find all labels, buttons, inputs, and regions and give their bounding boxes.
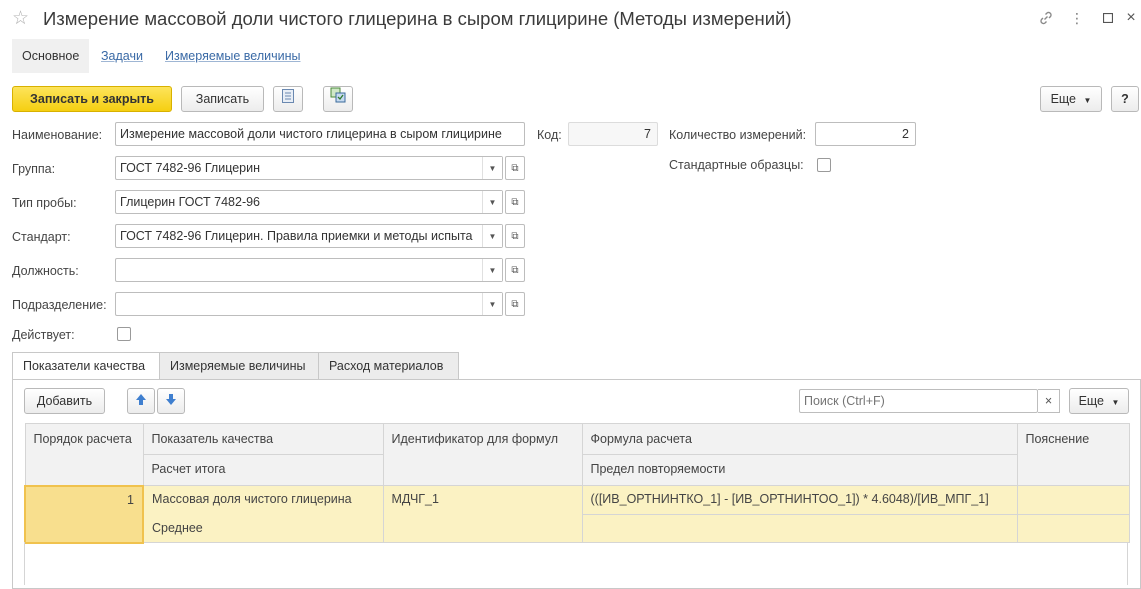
search-input[interactable] — [799, 389, 1038, 413]
group-open-icon[interactable]: ⧉ — [505, 156, 525, 180]
tab-quality-indicators[interactable]: Показатели качества — [12, 352, 160, 380]
document-list-icon — [282, 87, 294, 111]
department-label: Подразделение: — [12, 298, 107, 312]
documents-structure-icon — [330, 87, 346, 111]
standard-label: Стандарт: — [12, 230, 71, 244]
nav-tab-tasks[interactable]: Задачи — [91, 39, 153, 73]
nav-tab-main[interactable]: Основное — [12, 39, 90, 73]
tab-materials-consumption[interactable]: Расход материалов — [318, 352, 459, 380]
standard-dropdown-icon[interactable]: ▼ — [482, 225, 502, 247]
active-checkbox[interactable] — [117, 327, 131, 341]
group-dropdown-icon[interactable]: ▼ — [482, 157, 502, 179]
code-field: 7 — [568, 122, 658, 146]
arrow-up-icon — [135, 393, 147, 409]
search-clear-button[interactable]: × — [1038, 389, 1060, 413]
sample-type-dropdown-icon[interactable]: ▼ — [482, 191, 502, 213]
chevron-down-icon: ▼ — [1083, 96, 1092, 105]
group-value: ГОСТ 7482-96 Глицерин — [120, 161, 261, 175]
arrow-down-icon — [165, 393, 177, 409]
sample-type-field[interactable]: Глицерин ГОСТ 7482-96 — [115, 190, 503, 214]
department-dropdown-icon[interactable]: ▼ — [482, 293, 502, 315]
row-note-sub-cell[interactable] — [1016, 514, 1130, 543]
sample-type-label: Тип пробы: — [12, 196, 77, 210]
move-up-button[interactable] — [127, 388, 155, 414]
more-button[interactable]: Еще ▼ — [1040, 86, 1102, 112]
help-button[interactable]: ? — [1111, 86, 1139, 112]
save-button[interactable]: Записать — [181, 86, 264, 112]
header-formula[interactable]: Формула расчета — [581, 423, 1018, 455]
header-identifier[interactable]: Идентификатор для формул — [382, 423, 583, 486]
row-formula-cell[interactable]: (([ИВ_ОРТНИНТКО_1] - [ИВ_ОРТНИНТОО_1]) *… — [581, 485, 1018, 515]
position-field[interactable] — [115, 258, 503, 282]
position-label: Должность: — [12, 264, 79, 278]
std-samples-checkbox[interactable] — [817, 158, 831, 172]
page-title: Измерение массовой доли чистого глицерин… — [43, 8, 792, 29]
sample-type-value: Глицерин ГОСТ 7482-96 — [120, 195, 261, 209]
standard-value: ГОСТ 7482-96 Глицерин. Правила приемки и… — [120, 229, 473, 243]
name-field[interactable]: Измерение массовой доли чистого глицерин… — [115, 122, 525, 146]
report-button[interactable] — [273, 86, 303, 112]
nav-tab-measured-values[interactable]: Измеряемые величины — [155, 39, 311, 73]
close-icon[interactable]: × — [1122, 9, 1140, 27]
row-order-cell[interactable]: 1 — [24, 484, 144, 544]
active-label: Действует: — [12, 328, 75, 342]
move-down-button[interactable] — [157, 388, 185, 414]
table-row[interactable]: 1 Массовая доля чистого глицерина МДЧГ_1… — [24, 484, 1130, 544]
header-indicator[interactable]: Показатель качества — [142, 423, 384, 455]
header-note[interactable]: Пояснение — [1016, 423, 1130, 486]
link-icon[interactable] — [1037, 9, 1055, 27]
row-indicator-cell[interactable]: Массовая доля чистого глицерина — [142, 485, 384, 515]
department-field[interactable] — [115, 292, 503, 316]
name-label: Наименование: — [12, 128, 103, 142]
standard-field[interactable]: ГОСТ 7482-96 Глицерин. Правила приемки и… — [115, 224, 503, 248]
header-repeat-limit[interactable]: Предел повторяемости — [581, 454, 1018, 486]
sample-type-open-icon[interactable]: ⧉ — [505, 190, 525, 214]
indicators-table: Порядок расчета Показатель качества Иден… — [24, 423, 1130, 544]
code-label: Код: — [537, 128, 562, 142]
more-button-label: Еще — [1050, 92, 1077, 106]
group-label: Группа: — [12, 162, 56, 176]
chevron-down-icon: ▼ — [1111, 398, 1120, 407]
standard-open-icon[interactable]: ⧉ — [505, 224, 525, 248]
row-repeat-limit-cell[interactable] — [581, 514, 1018, 543]
more-icon[interactable]: ⋮ — [1068, 9, 1086, 27]
add-button[interactable]: Добавить — [24, 388, 105, 414]
row-identifier-cell[interactable]: МДЧГ_1 — [382, 485, 583, 543]
measurement-count-field[interactable]: 2 — [815, 122, 916, 146]
position-dropdown-icon[interactable]: ▼ — [482, 259, 502, 281]
header-order[interactable]: Порядок расчета — [24, 423, 144, 486]
save-and-close-button[interactable]: Записать и закрыть — [12, 86, 172, 112]
tab-measured-values[interactable]: Измеряемые величины — [159, 352, 319, 380]
table-more-label: Еще — [1078, 394, 1105, 408]
row-note-cell[interactable] — [1016, 485, 1130, 515]
favorite-star-icon[interactable]: ☆ — [12, 8, 29, 30]
table-more-button[interactable]: Еще ▼ — [1069, 388, 1129, 414]
group-field[interactable]: ГОСТ 7482-96 Глицерин — [115, 156, 503, 180]
position-open-icon[interactable]: ⧉ — [505, 258, 525, 282]
std-samples-label: Стандартные образцы: — [669, 158, 804, 172]
count-label: Количество измерений: — [669, 128, 807, 142]
row-total-calc-cell[interactable]: Среднее — [142, 514, 384, 543]
table-empty-area[interactable] — [24, 542, 1128, 585]
maximize-icon[interactable] — [1099, 9, 1117, 27]
related-docs-button[interactable] — [323, 86, 353, 112]
department-open-icon[interactable]: ⧉ — [505, 292, 525, 316]
header-total-calc[interactable]: Расчет итога — [142, 454, 384, 486]
